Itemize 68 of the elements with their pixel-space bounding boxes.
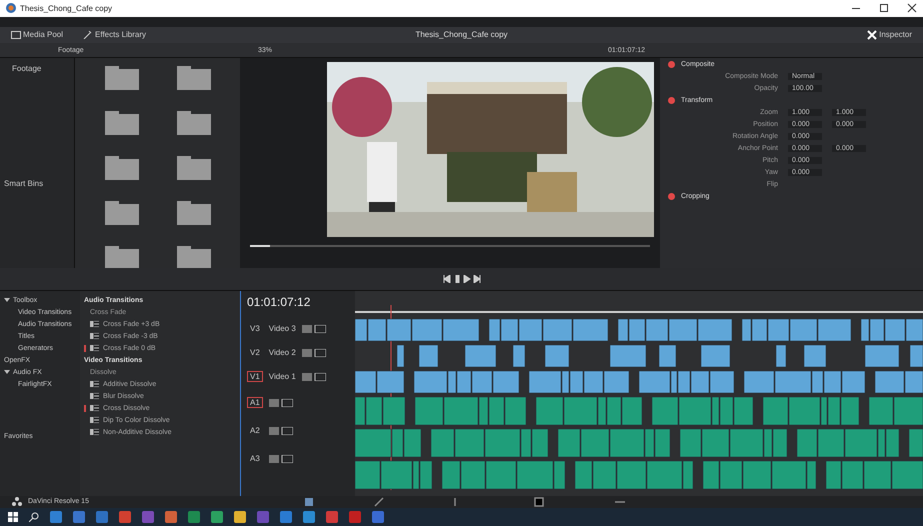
timecode: 01:01:07:12 [247,294,312,309]
effects-library-button[interactable]: Effects Library [80,29,150,40]
resolve-logo-icon [12,497,22,506]
monitor-icon [11,30,21,39]
maximize-icon[interactable] [879,3,889,14]
transition-icon [90,417,99,424]
track-controls-icon[interactable] [268,398,293,407]
caret-icon[interactable] [4,369,10,376]
app-icon [6,3,16,14]
transition-icon [90,429,99,436]
track-name: Video 1 [268,372,296,382]
folder-icon[interactable] [177,156,211,180]
track-name: Video 2 [268,348,296,358]
folder-icon[interactable] [105,200,139,225]
taskbar-app-icon[interactable] [188,511,200,524]
track-id[interactable]: V3 [247,323,263,334]
track-id[interactable]: A1 [247,397,263,408]
track-controls-icon[interactable] [302,372,326,381]
toggle-icon[interactable] [668,192,675,200]
start-icon[interactable] [8,512,18,522]
taskbar-app-icon[interactable] [326,511,338,524]
transition-icon [90,393,99,400]
taskbar-app-icon[interactable] [119,511,131,524]
inspector-button[interactable]: Inspector [864,28,915,41]
taskbar-app-icon[interactable] [280,511,292,524]
folder-icon[interactable] [105,156,139,180]
track-id[interactable]: A3 [247,453,263,464]
transition-icon [90,321,99,328]
close-icon[interactable] [907,3,917,14]
window-title: Thesis_Chong_Cafe copy [20,4,114,13]
track-id[interactable]: V2 [247,347,263,358]
taskbar-app-icon[interactable] [165,511,177,524]
folder-icon[interactable] [105,246,139,270]
taskbar-app-icon[interactable] [211,511,223,524]
taskbar-app-icon[interactable] [234,511,246,524]
scrubber-handle[interactable] [250,244,270,247]
transition-icon [90,405,99,412]
taskbar-app-icon[interactable] [303,511,315,524]
folder-icon[interactable] [177,110,211,135]
taskbar-app-icon[interactable] [73,511,85,524]
transition-icon [90,333,99,340]
section-label: Smart Bins [4,178,44,188]
transport-controls-icon[interactable] [442,274,482,283]
taskbar-app-icon[interactable] [50,511,62,524]
folder-icon[interactable] [177,66,211,90]
folder-icon[interactable] [177,200,211,225]
timeline-clips-drawing[interactable] [355,290,923,496]
track-controls-icon[interactable] [268,454,293,463]
track-name: Video 3 [268,324,296,334]
project-title: Thesis_Chong_Cafe copy [415,30,508,40]
track-controls-icon[interactable] [268,426,293,435]
track-id[interactable]: V1 [247,371,263,382]
folder-icon[interactable] [177,246,211,270]
transition-icon [90,381,99,388]
caret-icon[interactable] [4,297,10,304]
toggle-icon[interactable] [668,60,675,68]
track-id[interactable]: A2 [247,425,263,436]
bin-item[interactable]: Footage [4,64,70,73]
media-pool-button[interactable]: Media Pool [8,29,66,40]
cross-icon [867,30,878,40]
search-icon[interactable] [29,512,39,522]
track-controls-icon[interactable] [302,324,326,333]
transition-icon [90,345,99,352]
folder-icon[interactable] [105,66,139,90]
track-controls-icon[interactable] [302,348,326,357]
folder-icon[interactable] [105,110,139,135]
toggle-icon[interactable] [668,96,675,104]
wand-icon [83,30,94,39]
